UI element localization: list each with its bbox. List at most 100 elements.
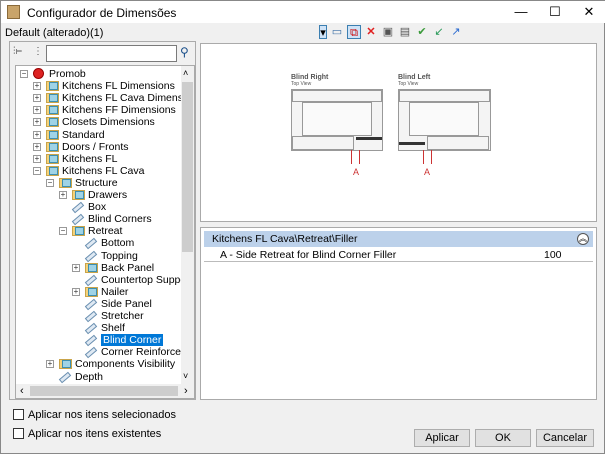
dimension-icon xyxy=(84,347,98,359)
expand-icon[interactable]: + xyxy=(33,82,41,91)
property-category[interactable]: Kitchens FL Cava\Retreat\Filler ︽ xyxy=(204,231,593,247)
scroll-up-icon[interactable]: ˄ xyxy=(183,68,188,78)
property-value[interactable]: 100 xyxy=(544,248,562,262)
tree-item[interactable]: + Kitchens FF Dimensions xyxy=(16,104,181,116)
tree-item[interactable]: − Kitchens FL Cava xyxy=(16,165,181,177)
apply-selected-checkbox[interactable] xyxy=(13,409,24,420)
expand-icon[interactable]: + xyxy=(59,191,67,199)
settings-check-icon[interactable]: ✔ xyxy=(415,25,429,39)
tree-item[interactable]: + Doors / Fronts xyxy=(16,141,181,153)
toolbar: ▾ ▭ ⧉ ✕ ▣ ▤ ✔ ↙ ↗ xyxy=(319,25,463,39)
dimension-icon xyxy=(84,274,98,286)
tree-item-label: Kitchens FF Dimensions xyxy=(62,104,176,117)
tree-vertical-scrollbar[interactable]: ˄ ˅ xyxy=(181,66,194,386)
tree-item[interactable]: + Drawers xyxy=(16,189,181,201)
collapse-icon[interactable]: − xyxy=(20,70,28,78)
tree-item-label: Depth xyxy=(75,370,104,383)
scroll-thumb[interactable] xyxy=(182,82,193,252)
tree-item-label: Retreat xyxy=(88,225,123,238)
tree-item-label: Closets Dimensions xyxy=(62,116,155,129)
apply-button[interactable]: Aplicar xyxy=(414,429,470,447)
tree-item[interactable]: Corner Reinforcement xyxy=(16,346,194,359)
tree-item[interactable]: Blind Corner xyxy=(16,334,181,347)
tree-item[interactable]: Side Panel xyxy=(16,298,181,311)
collapse-tree-icon[interactable]: ⋮ xyxy=(33,46,43,57)
property-row[interactable]: A - Side Retreat for Blind Corner Filler… xyxy=(204,248,593,262)
preview-panel: Blind Right Top View A Blind Left Top Vi… xyxy=(200,43,597,222)
tree-item[interactable]: + Kitchens FL xyxy=(16,153,181,165)
tree-item[interactable]: + Kitchens FL Cava Dimensions xyxy=(16,92,194,104)
folder-icon xyxy=(46,117,59,128)
tree-item-label: Components Visibility xyxy=(75,358,176,371)
minimize-button[interactable]: — xyxy=(504,1,538,23)
expand-icon[interactable]: + xyxy=(33,106,41,115)
cancel-button[interactable]: Cancelar xyxy=(536,429,594,447)
folder-icon xyxy=(46,165,59,176)
tree-item[interactable]: + Closets Dimensions xyxy=(16,116,181,128)
save-as-icon[interactable]: ▤ xyxy=(398,25,412,39)
export-icon[interactable]: ↗ xyxy=(449,25,463,39)
tree-item[interactable]: Box xyxy=(16,201,181,214)
expand-icon[interactable]: + xyxy=(33,130,41,139)
collapse-icon[interactable]: − xyxy=(46,178,54,187)
collapse-icon[interactable]: − xyxy=(59,227,67,236)
tree-item[interactable]: Blind Corners xyxy=(16,213,181,226)
tree-item[interactable]: Depth xyxy=(16,371,181,383)
scroll-right-icon[interactable]: › xyxy=(184,385,188,397)
tree-item[interactable]: Stretcher xyxy=(16,310,181,323)
folder-icon xyxy=(85,262,98,273)
tree-item[interactable]: + Nailer xyxy=(16,286,181,298)
dimension-icon xyxy=(84,250,98,262)
import-icon[interactable]: ↙ xyxy=(432,25,446,39)
folder-icon xyxy=(46,141,59,152)
copy-icon[interactable]: ⧉ xyxy=(347,25,361,39)
tree-item-label: Structure xyxy=(75,176,118,189)
app-icon xyxy=(7,5,20,19)
close-button[interactable]: ✕ xyxy=(572,1,605,23)
tree-item-label: Standard xyxy=(62,128,105,141)
expand-icon[interactable]: + xyxy=(46,360,54,369)
tree-item[interactable]: − Structure xyxy=(16,177,181,189)
rename-icon[interactable]: ▭ xyxy=(330,25,344,39)
search-input[interactable] xyxy=(46,45,177,62)
collapse-icon[interactable]: ︽ xyxy=(577,233,589,245)
expand-icon[interactable]: + xyxy=(72,263,80,272)
expand-tree-icon[interactable]: ⫶⊢ xyxy=(13,46,22,57)
tree-item[interactable]: Countertop Support xyxy=(16,274,193,286)
category-tree[interactable]: − Promob + Kitchens FL Dimensions + Kitchens … xyxy=(15,65,195,399)
tree-item-label: Kitchens FL Cava Dimensions xyxy=(62,92,195,105)
save-icon[interactable]: ▣ xyxy=(381,25,395,39)
tree-item[interactable]: + Kitchens FL Dimensions xyxy=(16,80,181,92)
tree-item[interactable]: Topping xyxy=(16,250,181,262)
tree-item-label: Drawers xyxy=(88,189,128,201)
dimension-icon xyxy=(84,310,98,323)
tree-item[interactable]: + Back Panel xyxy=(16,262,181,274)
scroll-left-icon[interactable]: ‹ xyxy=(20,385,24,397)
search-icon[interactable]: ⚲ xyxy=(180,45,189,59)
tree-item-label: Blind Corner xyxy=(101,334,164,347)
expand-icon[interactable]: + xyxy=(33,118,41,127)
tree-item[interactable]: Shelf xyxy=(16,322,181,335)
delete-icon[interactable]: ✕ xyxy=(364,25,378,39)
tree-item-label: Shelf xyxy=(101,322,125,335)
tree-item[interactable]: + Standard xyxy=(16,129,181,141)
hscroll-thumb[interactable] xyxy=(30,386,178,396)
collapse-icon[interactable]: − xyxy=(33,166,41,175)
tree-item[interactable]: Bottom xyxy=(16,237,181,250)
tree-item[interactable]: + Components Visibility xyxy=(16,358,181,370)
dropdown-icon[interactable]: ▾ xyxy=(319,25,327,39)
tree-item[interactable]: − Promob xyxy=(16,68,181,80)
scroll-down-icon[interactable]: ˅ xyxy=(183,371,188,381)
ok-button[interactable]: OK xyxy=(475,429,531,447)
window-title: Configurador de Dimensões xyxy=(27,6,177,20)
expand-icon[interactable]: + xyxy=(33,142,41,151)
tree-item[interactable]: − Retreat xyxy=(16,225,181,237)
maximize-button[interactable]: ☐ xyxy=(538,1,572,23)
expand-icon[interactable]: + xyxy=(33,94,41,103)
apply-existing-checkbox[interactable] xyxy=(13,428,24,439)
dim-a-right: A xyxy=(353,167,360,177)
tree-horizontal-scrollbar[interactable]: ‹ › xyxy=(16,384,194,398)
tree-item-label: Promob xyxy=(49,68,86,80)
expand-icon[interactable]: + xyxy=(33,154,41,163)
expand-icon[interactable]: + xyxy=(72,287,80,296)
